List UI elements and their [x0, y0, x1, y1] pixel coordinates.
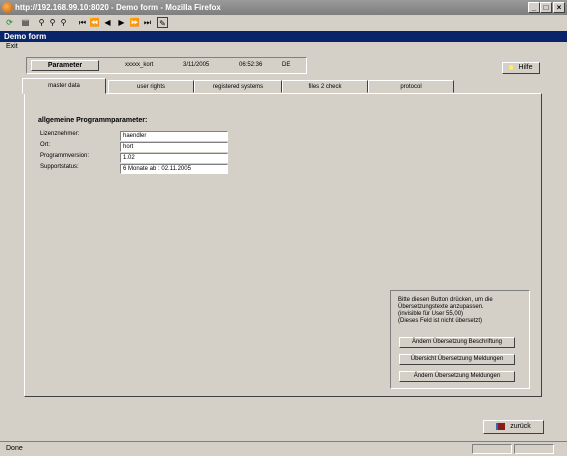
- user-name: xxxxx_kort: [125, 62, 154, 68]
- tab-protocol[interactable]: protocol: [368, 80, 454, 93]
- field-label-support: Supportstatus:: [40, 164, 79, 170]
- status-segment: [472, 444, 512, 454]
- app-header: Demo form: [0, 31, 567, 42]
- translation-info-line: (invisible für User 55,00): [398, 311, 464, 317]
- translation-info-line: Übersetzungstexte anzupassen.: [398, 304, 484, 310]
- next-record-icon[interactable]: ▶: [116, 17, 127, 28]
- status-bar: Done: [0, 441, 567, 456]
- tab-registered-systems[interactable]: registered systems: [194, 80, 282, 93]
- translation-info-line: Bitte diesen Button drücken, um die: [398, 297, 493, 303]
- last-record-icon[interactable]: ⏭: [142, 17, 153, 28]
- app-title: Demo form: [4, 32, 47, 41]
- window-title: http://192.168.99.10:8020 - Demo form - …: [15, 3, 221, 12]
- tab-files-2-check[interactable]: files 2 check: [282, 80, 368, 93]
- help-button[interactable]: Hilfe: [502, 62, 540, 74]
- previous-record-icon[interactable]: ◀: [102, 17, 113, 28]
- status-text: Done: [6, 445, 23, 452]
- fast-forward-icon[interactable]: ⏩: [129, 17, 140, 28]
- first-record-icon[interactable]: ⏮: [77, 17, 88, 28]
- close-button[interactable]: ×: [553, 2, 565, 13]
- edit-icon[interactable]: ✎: [157, 17, 168, 28]
- field-label-location: Ort:: [40, 142, 50, 148]
- refresh-icon[interactable]: ⟳: [4, 17, 15, 28]
- view-message-translation-button[interactable]: Übersicht Übersetzung Meldungen: [399, 354, 515, 365]
- field-label-licensee: Lizenznehmer:: [40, 131, 80, 137]
- support-status-field[interactable]: 6 Monate ab : 02.11.2005: [120, 164, 228, 174]
- back-button[interactable]: zurück: [483, 420, 544, 434]
- find-all-icon[interactable]: ⚲: [58, 17, 69, 28]
- change-label-translation-button[interactable]: Ändern Übersetzung Beschriftung: [399, 337, 515, 348]
- tab-user-rights[interactable]: user rights: [108, 80, 194, 93]
- find-next-icon[interactable]: ⚲: [47, 17, 58, 28]
- field-label-version: Programmversion:: [40, 153, 90, 159]
- location-field[interactable]: hort: [120, 142, 228, 152]
- maximize-button[interactable]: □: [540, 2, 552, 13]
- toolbar: ⟳ ▤ ⚲ ⚲ ⚲ ⏮ ⏪ ◀ ▶ ⏩ ⏭ ✎: [0, 15, 567, 32]
- lightbulb-icon: [509, 64, 514, 70]
- menu-bar: Exit: [0, 42, 567, 52]
- section-title: allgemeine Programmparameter:: [38, 117, 148, 124]
- print-icon[interactable]: ▤: [20, 17, 31, 28]
- status-segment: [514, 444, 554, 454]
- firefox-icon: [2, 2, 13, 13]
- change-message-translation-button[interactable]: Ändern Übersetzung Meldungen: [399, 371, 515, 382]
- help-button-label: Hilfe: [518, 64, 533, 71]
- window-titlebar: http://192.168.99.10:8020 - Demo form - …: [0, 0, 567, 15]
- translation-info-line: (Dieses Feld ist nicht übersetzt): [398, 318, 483, 324]
- current-time: 06:52:36: [239, 62, 263, 68]
- version-field[interactable]: 1.02: [120, 153, 228, 163]
- language-code: DE: [282, 62, 291, 68]
- rewind-icon[interactable]: ⏪: [89, 17, 100, 28]
- licensee-field[interactable]: haendler: [120, 131, 228, 141]
- menu-exit[interactable]: Exit: [6, 43, 18, 50]
- find-icon[interactable]: ⚲: [36, 17, 47, 28]
- tab-master-data[interactable]: master data: [22, 78, 106, 94]
- parameter-button[interactable]: Parameter: [31, 60, 99, 71]
- exit-door-icon: [496, 422, 506, 430]
- minimize-button[interactable]: _: [528, 2, 540, 13]
- back-button-label: zurück: [510, 423, 531, 430]
- current-date: 3/11/2005: [183, 62, 210, 68]
